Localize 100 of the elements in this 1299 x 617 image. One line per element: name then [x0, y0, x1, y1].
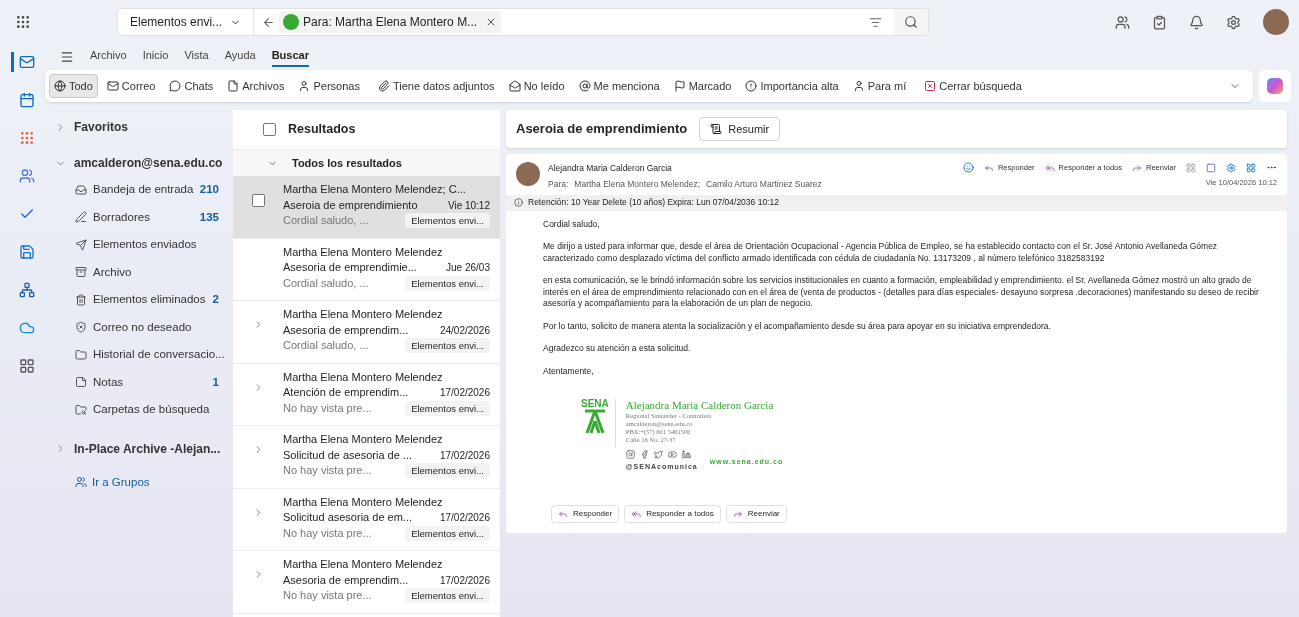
message-preview: No hay vista pre...	[283, 400, 372, 416]
save-icon	[18, 244, 35, 260]
account-header[interactable]: amcalderon@sena.edu.co	[74, 154, 223, 172]
summary-icon	[710, 123, 723, 135]
message-checkbox[interactable]	[251, 194, 265, 207]
filter-chip[interactable]: Personas	[293, 74, 365, 98]
cloud-icon	[18, 320, 35, 336]
search-chip[interactable]: Para: Martha Elena Montero M...	[279, 11, 502, 33]
message-item[interactable]: Martha Elena Montero Melendez; C... Aseroia de emprendimiento Vie 10:12 Cordial saludo, ... Elementos envi...	[233, 176, 500, 239]
folder-item[interactable]: Elementos eliminados 2	[55, 286, 233, 314]
message-sender: Martha Elena Montero Melendez	[283, 369, 444, 385]
reply-icon	[983, 162, 994, 173]
avatar[interactable]	[1263, 9, 1289, 35]
folder-scope-dropdown[interactable]: Elementos envi...	[118, 9, 255, 35]
list-title: Resultados	[288, 121, 356, 139]
copilot-button[interactable]	[1259, 70, 1291, 102]
square-icon[interactable]	[1206, 162, 1216, 173]
send-icon	[75, 238, 87, 251]
org-icon	[18, 282, 35, 298]
trash-icon	[75, 293, 87, 306]
ribbon-tab[interactable]: Archivo	[90, 47, 127, 67]
ribbon-tab[interactable]: Buscar	[271, 47, 309, 67]
filter-chip[interactable]: Marcado	[668, 74, 737, 98]
message-sender: Martha Elena Montero Melendez	[283, 244, 444, 260]
flag-icon	[673, 80, 686, 92]
grid-icon[interactable]	[1246, 162, 1256, 173]
gear-icon[interactable]	[1226, 162, 1236, 173]
body-paragraph: Me dirijo a usted para informar que, desde el área de Orientación Ocupacional - Agencia Pública de Empleo, se ha establecido contacto con el Sr. José Antonio Avellaneda Gómez caracterizado como desplazado víctima del conflicto armado identificada con cédula de ciudadanía No. 13173209 , al número telefónico 3182583192	[543, 241, 1219, 264]
search-icon	[904, 15, 918, 29]
copilot-icon	[18, 130, 35, 146]
message-subject: Solicitud de asesoria de ...	[283, 447, 413, 463]
pen-icon	[75, 211, 87, 224]
summarize-button[interactable]: Resumir	[699, 117, 781, 141]
menu-icon[interactable]	[60, 50, 74, 64]
folder-item[interactable]: Archivo	[55, 258, 233, 286]
people-icon	[18, 168, 35, 184]
retention-text: Retención: 10 Year Delete (10 años) Expira: Lun 07/04/2036 10:12	[528, 196, 779, 209]
message-sender: Martha Elena Montero Melendez	[283, 307, 444, 322]
apps-icon[interactable]	[1186, 162, 1196, 173]
folder-count: 1	[212, 374, 219, 390]
rail-button[interactable]	[10, 52, 35, 72]
notifications-icon[interactable]	[1189, 14, 1204, 30]
filter-chip[interactable]: Archivos	[222, 74, 290, 98]
chat-icon	[169, 80, 182, 92]
filter-chip[interactable]: No leído	[503, 74, 570, 98]
folder-item[interactable]: Correo no deseado	[55, 313, 233, 341]
footer-action-button[interactable]: Responder a todos	[624, 504, 721, 523]
app-launcher-icon[interactable]	[14, 14, 31, 30]
email-subject: Aseroia de emprendimiento	[516, 120, 688, 139]
message-preview: Cordial saludo, ...	[283, 213, 369, 228]
message-preview: No hay vista pre...	[283, 588, 372, 603]
filter-chip[interactable]: Para mí	[847, 74, 912, 98]
ribbon-tab[interactable]: Ayuda	[224, 47, 256, 67]
search-chip-text: Para: Martha Elena Montero M...	[303, 14, 478, 31]
filter-chip[interactable]: Cerrar búsqueda	[919, 74, 1027, 98]
note-icon	[75, 376, 87, 389]
folder-item[interactable]: Elementos enviados	[55, 231, 233, 259]
filter-chip[interactable]: Chats	[164, 74, 219, 98]
person-icon	[852, 80, 865, 92]
folder-item[interactable]: Notas 1	[55, 368, 233, 396]
person-icon	[298, 80, 311, 92]
archive-header[interactable]: In-Place Archive -Alejan...	[74, 439, 221, 458]
search-button[interactable]	[894, 9, 928, 35]
sender-avatar	[516, 162, 540, 186]
ribbon-tab[interactable]: Inicio	[142, 47, 169, 67]
message-subject: Asesoria de emprendim...	[283, 322, 409, 338]
filter-chip[interactable]: Correo	[101, 74, 161, 98]
favorites-header[interactable]: Favoritos	[74, 118, 128, 136]
message-date: 17/02/2026	[439, 386, 490, 400]
reply-all-icon	[1044, 162, 1055, 173]
filter-chip[interactable]: Importancia alta	[740, 74, 844, 98]
folder-item[interactable]: Borradores 135	[55, 203, 233, 231]
folder-item[interactable]: Bandeja de entrada 210	[55, 176, 233, 204]
copilot-icon	[1267, 78, 1283, 94]
filter-chip[interactable]: Todo	[49, 74, 98, 98]
settings-icon[interactable]	[1226, 14, 1241, 30]
filter-chip[interactable]: Me menciona	[573, 74, 665, 98]
exclamation-icon	[745, 80, 758, 92]
instagram-icon[interactable]	[625, 450, 635, 459]
folder-tag: Elementos envi...	[405, 213, 490, 229]
footer-action-button[interactable]: Responder	[551, 504, 620, 523]
emoji-icon[interactable]	[962, 162, 974, 174]
filter-icon[interactable]	[869, 15, 882, 29]
bird-icon[interactable]	[653, 450, 663, 459]
folder-item[interactable]: Historial de conversacio...	[55, 341, 233, 369]
footer-action-button[interactable]: Reenviar	[725, 504, 787, 523]
teams-icon[interactable]	[1115, 14, 1130, 30]
facebook-icon[interactable]	[639, 450, 649, 459]
folder-item[interactable]: Carpetas de búsqueda	[55, 396, 233, 424]
clipboard-icon[interactable]	[1152, 14, 1167, 30]
back-icon[interactable]	[262, 15, 276, 29]
archive-icon	[75, 266, 87, 279]
video-icon[interactable]	[667, 450, 677, 459]
folder-count: 2	[212, 292, 219, 308]
groups-link[interactable]: Ir a Grupos	[92, 473, 150, 491]
forward-icon	[1132, 162, 1142, 173]
select-all-checkbox[interactable]	[263, 123, 276, 136]
ribbon-tab[interactable]: Vista	[184, 47, 209, 67]
filter-chip[interactable]: Tiene datos adjuntos	[372, 74, 500, 98]
message-subject: Solicitud asesoria de em...	[283, 510, 412, 525]
